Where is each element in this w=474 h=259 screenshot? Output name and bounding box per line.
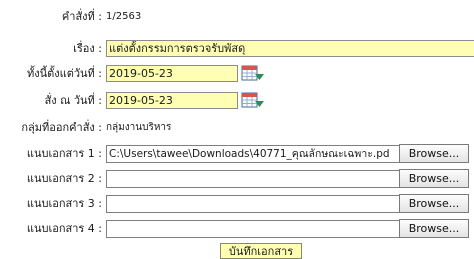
browse-button[interactable]: Browse...	[399, 144, 469, 163]
subject-input[interactable]: แต่งตั้งกรรมการตรวจรับพัสดุ	[106, 40, 474, 57]
attachment-label: แนบเอกสาร 2 :	[26, 172, 102, 185]
issuing-group-label: กลุ่มที่ออกคำสั่ง :	[21, 121, 102, 134]
subject-row: เรื่อง : แต่งตั้งกรรมการตรวจรับพัสดุ	[0, 38, 474, 60]
browse-button[interactable]: Browse...	[399, 169, 469, 188]
attachment-label: แนบเอกสาร 4 :	[26, 222, 102, 235]
document-form: คำสั่งที่ : 1/2563 เรื่อง : แต่งตั้งกรรม…	[0, 0, 474, 259]
subject-label: เรื่อง :	[73, 42, 102, 55]
order-date-row: สั่ง ณ วันที่ : 2019-05-23	[0, 90, 474, 112]
attachment-file-input[interactable]: C:\Users\tawee\Downloads\40771_คุณลักษณะ…	[106, 145, 399, 163]
issuing-group-value: กลุ่มงานบริหาร	[106, 122, 172, 133]
order-date-label: สั่ง ณ วันที่ :	[44, 94, 102, 107]
effective-date-row: ทั้งนี้ตั้งแต่วันที่ : 2019-05-23	[0, 63, 474, 85]
attachment-label: แนบเอกสาร 3 :	[26, 197, 102, 210]
order-number-label: คำสั่งที่ :	[61, 10, 102, 23]
effective-date-input[interactable]: 2019-05-23	[106, 65, 238, 82]
save-document-button[interactable]: บันทึกเอกสาร	[220, 243, 302, 259]
effective-date-label: ทั้งนี้ตั้งแต่วันที่ :	[26, 67, 102, 80]
attachment-label: แนบเอกสาร 1 :	[26, 147, 102, 160]
order-date-input[interactable]: 2019-05-23	[106, 92, 238, 109]
browse-button[interactable]: Browse...	[399, 194, 469, 213]
attachment-file-input[interactable]	[106, 195, 399, 213]
order-number-value: 1/2563	[106, 11, 142, 22]
attachment-file-input[interactable]	[106, 170, 399, 188]
calendar-icon[interactable]	[241, 65, 265, 82]
attachment-row-4: แนบเอกสาร 4 : Browse...	[0, 218, 474, 240]
calendar-icon[interactable]	[241, 92, 265, 109]
attachment-row-3: แนบเอกสาร 3 : Browse...	[0, 193, 474, 215]
issuing-group-row: กลุ่มที่ออกคำสั่ง : กลุ่มงานบริหาร	[0, 117, 474, 139]
attachment-row-2: แนบเอกสาร 2 : Browse...	[0, 168, 474, 190]
browse-button[interactable]: Browse...	[399, 219, 469, 238]
attachment-row-1: แนบเอกสาร 1 : C:\Users\tawee\Downloads\4…	[0, 143, 474, 165]
attachment-file-input[interactable]	[106, 220, 399, 238]
order-number-row: คำสั่งที่ : 1/2563	[0, 6, 474, 28]
